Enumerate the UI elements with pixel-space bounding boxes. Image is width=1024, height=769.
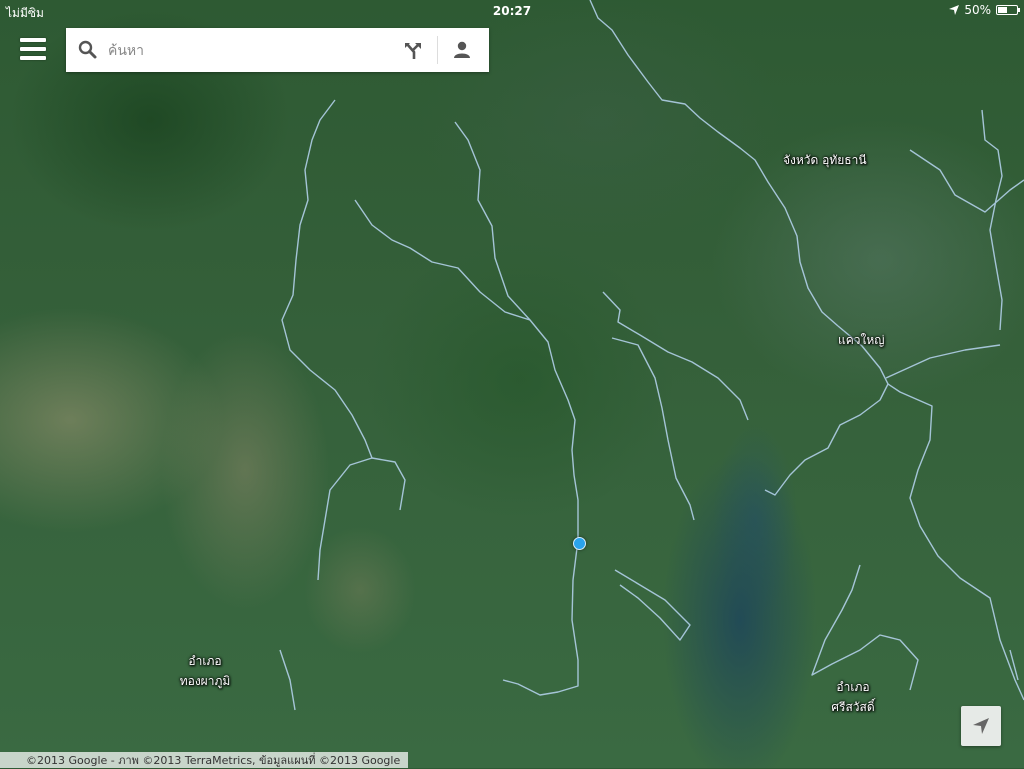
battery-level <box>998 7 1007 13</box>
label-line-2: ศรีสวัสดิ์ <box>831 700 875 714</box>
river-ne-tributary <box>909 149 1024 213</box>
river-west-joining <box>371 457 406 511</box>
label-amphoe-thong-pha-phum[interactable]: อำเภอ ทองผาภูมิ <box>170 651 240 691</box>
search-input[interactable] <box>106 38 390 64</box>
account-icon[interactable] <box>451 39 473 61</box>
status-right-group: 50% <box>949 3 1020 17</box>
label-text: จังหวัด อุทัยธานี <box>783 153 867 167</box>
my-location-button[interactable] <box>961 706 1001 746</box>
status-bar: ไม่มีซิม 20:27 50% <box>0 0 1024 22</box>
river-far-east <box>981 109 1003 331</box>
status-time: 20:27 <box>492 4 532 18</box>
location-services-icon <box>949 5 960 15</box>
river-main-south <box>502 539 579 696</box>
river-layer <box>279 0 1024 711</box>
label-text: แควใหญ่ <box>838 333 885 347</box>
label-line-1: อำเภอ <box>836 680 870 694</box>
battery-icon <box>996 5 1020 15</box>
label-line-2: ทองผาภูมิ <box>179 674 231 688</box>
river-center-east <box>602 291 749 421</box>
label-khwae-yai[interactable]: แควใหญ่ <box>838 330 885 350</box>
river-southeast <box>811 564 919 691</box>
location-arrow-icon <box>973 718 989 734</box>
river-center-east-2 <box>611 337 695 521</box>
river-south-small <box>614 569 691 641</box>
label-chang-wat-uthai-thani[interactable]: จังหวัด อุทัยธานี <box>783 150 867 170</box>
river-northwest-feed <box>354 199 531 321</box>
river-khwae-yai <box>837 325 1024 701</box>
river-east-upper <box>885 344 1001 379</box>
map-attribution: ©2013 Google - ภาพ ©2013 TerraMetrics, ข… <box>0 752 409 768</box>
directions-icon[interactable] <box>402 40 424 62</box>
river-center-north <box>454 121 579 540</box>
my-location-marker[interactable] <box>573 537 586 550</box>
label-line-1: อำเภอ <box>188 654 222 668</box>
search-icon[interactable] <box>78 40 98 60</box>
battery-percent: 50% <box>964 3 991 17</box>
search-box[interactable] <box>66 28 489 72</box>
river-east-branch <box>764 383 889 496</box>
satellite-map[interactable]: จังหวัด อุทัยธานี แควใหญ่ อำเภอ ทองผาภูม… <box>0 0 1024 768</box>
river-sw-small <box>279 649 296 711</box>
river-west-tributary <box>281 99 373 581</box>
menu-button[interactable] <box>20 38 46 62</box>
label-amphoe-si-sawat[interactable]: อำเภอ ศรีสวัสดิ์ <box>818 677 888 717</box>
search-divider <box>437 36 438 64</box>
menu-icon <box>20 38 46 60</box>
